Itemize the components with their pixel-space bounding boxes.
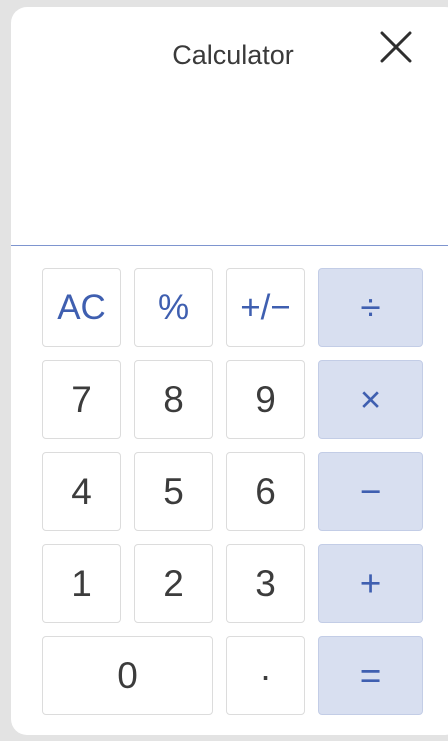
subtract-button[interactable]: − xyxy=(318,452,423,531)
digit-5-button[interactable]: 5 xyxy=(134,452,213,531)
sign-toggle-button[interactable]: +/− xyxy=(226,268,305,347)
digit-1-button[interactable]: 1 xyxy=(42,544,121,623)
percent-button[interactable]: % xyxy=(134,268,213,347)
display-divider xyxy=(11,245,448,246)
digit-0-button[interactable]: 0 xyxy=(42,636,213,715)
clear-button[interactable]: AC xyxy=(42,268,121,347)
calculator-window: Calculator AC % +/− ÷ 7 8 9 × 4 5 6 − 1 … xyxy=(11,7,448,735)
digit-6-button[interactable]: 6 xyxy=(226,452,305,531)
decimal-button[interactable]: · xyxy=(226,636,305,715)
digit-8-button[interactable]: 8 xyxy=(134,360,213,439)
digit-2-button[interactable]: 2 xyxy=(134,544,213,623)
digit-9-button[interactable]: 9 xyxy=(226,360,305,439)
close-button[interactable] xyxy=(378,29,414,65)
digit-3-button[interactable]: 3 xyxy=(226,544,305,623)
digit-4-button[interactable]: 4 xyxy=(42,452,121,531)
digit-7-button[interactable]: 7 xyxy=(42,360,121,439)
add-button[interactable]: + xyxy=(318,544,423,623)
equals-button[interactable]: = xyxy=(318,636,423,715)
keypad: AC % +/− ÷ 7 8 9 × 4 5 6 − 1 2 3 + 0 · = xyxy=(42,268,423,715)
result-display xyxy=(11,77,448,245)
close-icon xyxy=(380,31,412,63)
divide-button[interactable]: ÷ xyxy=(318,268,423,347)
multiply-button[interactable]: × xyxy=(318,360,423,439)
